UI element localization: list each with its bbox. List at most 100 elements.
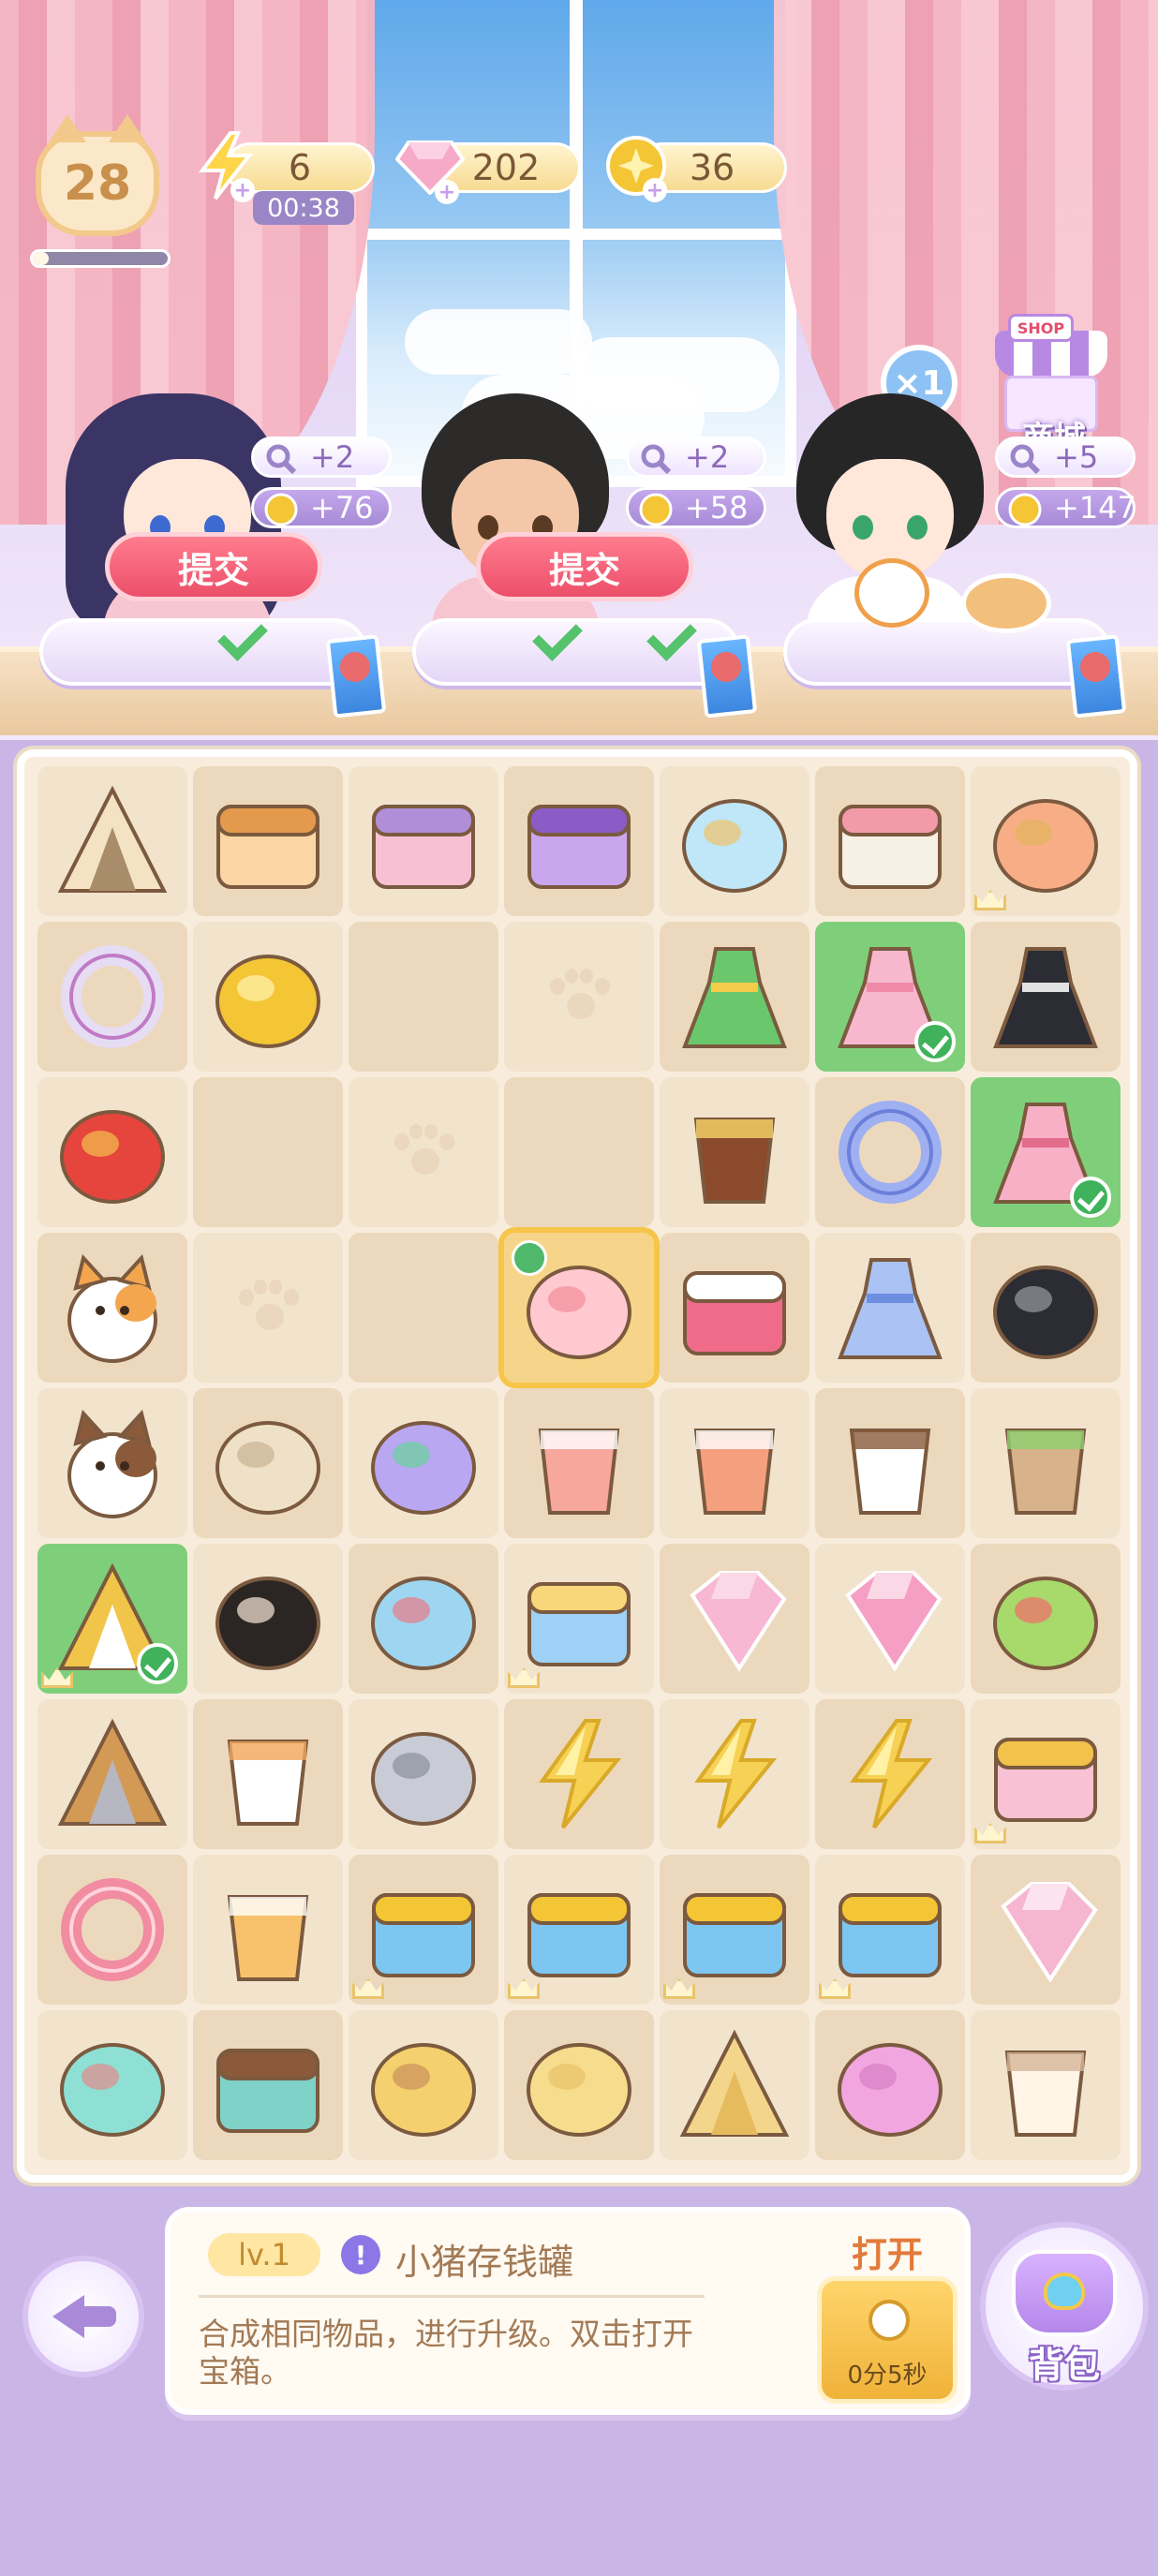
shop-sign: SHOP: [1008, 314, 1074, 342]
board-cell[interactable]: [349, 766, 498, 916]
board-cell[interactable]: [37, 1544, 187, 1694]
board-cell[interactable]: [815, 1855, 965, 2005]
check-badge-icon: [137, 1643, 178, 1684]
add-energy-button[interactable]: +: [230, 178, 255, 202]
board-cell[interactable]: [815, 2010, 965, 2160]
board-cell[interactable]: [660, 1388, 809, 1538]
paw-print-icon: [546, 969, 612, 1025]
board-cell[interactable]: [37, 1699, 187, 1849]
order-1-coin-value: +76: [310, 490, 374, 526]
board-cell[interactable]: [971, 1388, 1121, 1538]
add-gems-button[interactable]: +: [435, 180, 459, 204]
add-coins-button[interactable]: +: [643, 178, 667, 202]
board-cell[interactable]: [660, 1233, 809, 1383]
order-2-submit-button[interactable]: 提交: [476, 532, 693, 601]
board-cell[interactable]: [498, 1227, 660, 1388]
strawberry-parfait-icon: [518, 1402, 640, 1524]
board-cell[interactable]: [815, 1077, 965, 1227]
board-cell[interactable]: [349, 922, 498, 1072]
gift-box-icon: [518, 1558, 640, 1680]
milk-jug-icon: [207, 1713, 329, 1835]
board-cell[interactable]: [504, 1855, 654, 2005]
back-button[interactable]: [22, 2256, 144, 2377]
board-cell[interactable]: [37, 2010, 187, 2160]
board-cell[interactable]: [971, 1699, 1121, 1849]
board-cell[interactable]: [971, 1233, 1121, 1383]
magnifier-icon: [638, 441, 674, 477]
heart-gem-icon: [1044, 2273, 1085, 2310]
board-cell[interactable]: [349, 1233, 498, 1383]
player-level-badge[interactable]: 28: [36, 114, 159, 236]
item-level: lv.1: [208, 2233, 320, 2276]
board-cell[interactable]: [37, 922, 187, 1072]
merge-board: [17, 749, 1137, 2183]
order-3-search-value: +5: [1054, 439, 1099, 475]
order-2-search-reward: +2: [626, 437, 766, 478]
board-cell[interactable]: [971, 1544, 1121, 1694]
board-cell[interactable]: [815, 1388, 965, 1538]
board-cell[interactable]: [971, 1077, 1121, 1227]
board-cell[interactable]: [37, 1077, 187, 1227]
board-cell[interactable]: [815, 922, 965, 1072]
order-1-submit-button[interactable]: 提交: [105, 532, 322, 601]
pink-gems-pile-icon: [829, 1558, 951, 1680]
board-cell[interactable]: [37, 1388, 187, 1538]
board-cell[interactable]: [37, 1233, 187, 1383]
board-cell[interactable]: [660, 2010, 809, 2160]
board-cell[interactable]: [504, 1699, 654, 1849]
board-cell[interactable]: [349, 1699, 498, 1849]
board-cell[interactable]: [193, 1699, 343, 1849]
board-cell[interactable]: [660, 1699, 809, 1849]
card-icon[interactable]: [1065, 634, 1127, 718]
board-cell[interactable]: [193, 1388, 343, 1538]
board-cell[interactable]: [504, 766, 654, 916]
board-cell[interactable]: [815, 1233, 965, 1383]
board-cell[interactable]: [349, 1388, 498, 1538]
info-icon[interactable]: !: [341, 2235, 380, 2274]
board-cell[interactable]: [660, 766, 809, 916]
board-cell[interactable]: [971, 922, 1121, 1072]
board-cell[interactable]: [193, 1544, 343, 1694]
board-cell[interactable]: [504, 1544, 654, 1694]
item-info-panel: lv.1 ! 小猪存钱罐 合成相同物品，进行升级。双击打开宝箱。 打开 0分5秒: [165, 2207, 971, 2415]
sand-pile-icon: [518, 2024, 640, 2146]
board-cell[interactable]: [815, 1699, 965, 1849]
board-cell[interactable]: [193, 1233, 343, 1383]
board-cell[interactable]: [349, 1855, 498, 2005]
board-cell[interactable]: [349, 2010, 498, 2160]
board-cell[interactable]: [815, 1544, 965, 1694]
open-button[interactable]: 打开 0分5秒: [817, 2226, 958, 2404]
board-cell[interactable]: [37, 1855, 187, 2005]
board-cell[interactable]: [504, 1388, 654, 1538]
board-cell[interactable]: [660, 1077, 809, 1227]
board-cell[interactable]: [193, 1855, 343, 2005]
card-icon[interactable]: [696, 634, 758, 718]
board-cell[interactable]: [660, 922, 809, 1072]
board-cell[interactable]: [349, 1544, 498, 1694]
board-cell[interactable]: [504, 922, 654, 1072]
hamster-icon: [961, 573, 1051, 633]
xp-progress-bar: [30, 249, 171, 268]
fruit-basket-icon: [52, 1091, 173, 1213]
backpack-button[interactable]: 背包: [980, 2222, 1149, 2391]
coin-chest-icon: [363, 1869, 484, 1991]
board-cell[interactable]: [37, 766, 187, 916]
open-label: 打开: [851, 2234, 923, 2275]
flower-basket-icon: [985, 780, 1106, 902]
board-cell[interactable]: [504, 2010, 654, 2160]
board-cell[interactable]: [971, 2010, 1121, 2160]
board-cell[interactable]: [815, 766, 965, 916]
gift-bag-icon: [985, 1713, 1106, 1835]
board-cell[interactable]: [193, 922, 343, 1072]
board-cell[interactable]: [971, 1855, 1121, 2005]
board-cell[interactable]: [193, 2010, 343, 2160]
board-cell[interactable]: [660, 1544, 809, 1694]
board-cell[interactable]: [504, 1077, 654, 1227]
board-cell[interactable]: [193, 1077, 343, 1227]
board-cell[interactable]: [971, 766, 1121, 916]
brown-cat-icon: [52, 1402, 173, 1524]
board-cell[interactable]: [349, 1077, 498, 1227]
card-icon[interactable]: [325, 634, 387, 718]
board-cell[interactable]: [660, 1855, 809, 2005]
board-cell[interactable]: [193, 766, 343, 916]
